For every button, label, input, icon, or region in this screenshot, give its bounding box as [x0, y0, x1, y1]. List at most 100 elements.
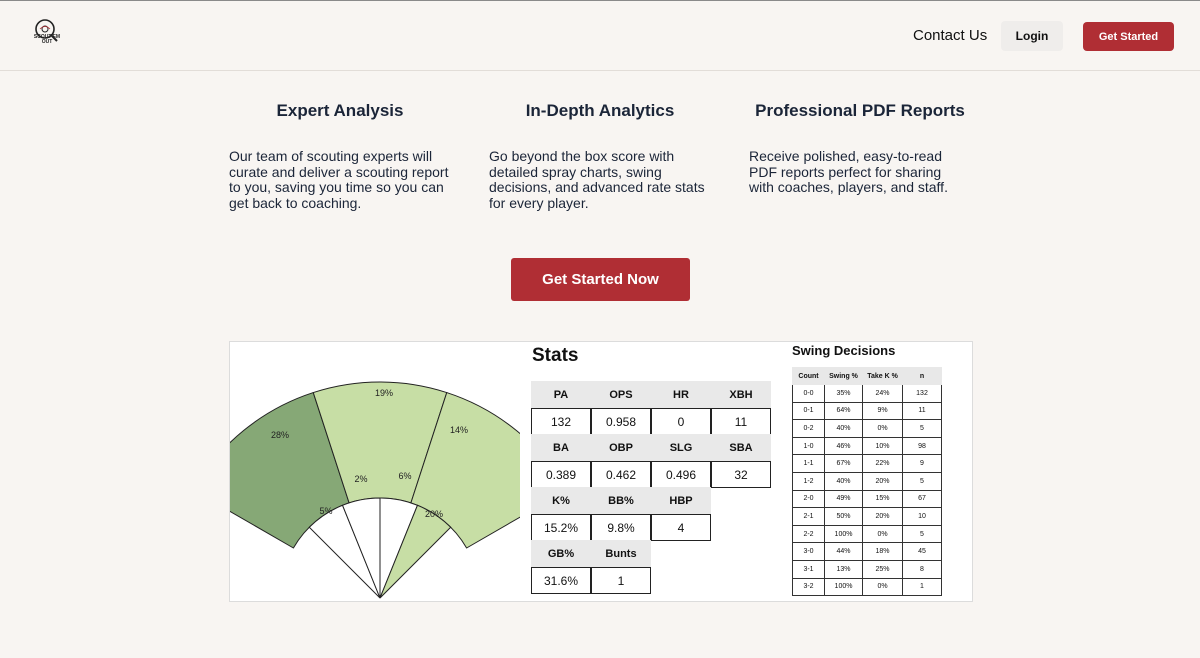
spray-zone-label: 14%	[450, 425, 468, 435]
stat-value: 0	[651, 408, 711, 435]
table-cell: 25%	[862, 559, 903, 579]
table-cell: 98	[902, 436, 942, 456]
table-cell: 13%	[824, 559, 863, 579]
table-cell: 0%	[862, 419, 903, 438]
swing-decisions-title: Swing Decisions	[792, 343, 896, 358]
spray-zone-label: 5%	[319, 506, 332, 516]
table-cell: 0%	[862, 577, 903, 597]
stat-header: HR	[651, 381, 711, 408]
stat-value: 132	[531, 408, 591, 435]
table-cell: 64%	[824, 401, 863, 421]
site-header: SCOUT'EM OUT Contact Us Login Get Starte…	[0, 1, 1200, 71]
stat-value: 4	[651, 514, 711, 541]
table-row: 3-2 100% 0% 1	[792, 577, 942, 597]
table-row: 1-1 67% 22% 9	[792, 454, 942, 473]
table-cell: 132	[902, 384, 942, 403]
table-row: 2-1 50% 20% 10	[792, 507, 942, 526]
table-cell: 9	[902, 454, 942, 473]
login-button[interactable]: Login	[1001, 21, 1063, 51]
feature-title: In-Depth Analytics	[525, 101, 675, 120]
swing-decisions-table: Count Swing % Take K % n 0-0 35% 24% 132 0-1 64%…	[792, 367, 942, 597]
table-cell: 20%	[862, 471, 903, 491]
spray-zone-label: 6%	[398, 471, 411, 481]
table-row: 0-1 64% 9% 11	[792, 401, 942, 421]
stat-header: XBH	[711, 381, 771, 408]
stats-title: Stats	[532, 345, 579, 366]
table-cell: 3-1	[792, 559, 825, 579]
feature-description: Our team of scouting experts will curate…	[229, 148, 449, 211]
get-started-now-button[interactable]: Get Started Now	[511, 258, 690, 301]
feature-description: Go beyond the box score with detailed sp…	[489, 148, 705, 211]
table-cell: 1-1	[792, 454, 825, 473]
column-header: n	[902, 367, 942, 385]
spray-zone-label: 19%	[375, 388, 393, 398]
table-cell: 10	[902, 507, 942, 526]
table-cell: 3-2	[792, 577, 825, 597]
table-row: 3-1 13% 25% 8	[792, 559, 942, 579]
table-cell: 49%	[824, 489, 863, 509]
logo-wordmark: SCOUT'EM OUT	[33, 34, 61, 45]
table-cell: 100%	[824, 577, 863, 597]
spray-zone-label: 2%	[354, 474, 367, 484]
table-cell: 40%	[824, 471, 863, 491]
column-header: Count	[792, 367, 825, 385]
table-cell: 35%	[824, 384, 863, 403]
table-row: 3-0 44% 18% 45	[792, 542, 942, 561]
stat-header: BA	[531, 434, 591, 461]
stat-header: Bunts	[591, 540, 651, 567]
table-cell: 5	[902, 419, 942, 438]
table-row: 2-2 100% 0% 5	[792, 524, 942, 544]
stat-value: 0.389	[531, 461, 591, 488]
stat-header: GB%	[531, 540, 591, 567]
table-cell: 0-0	[792, 384, 825, 403]
stat-header: SLG	[651, 434, 711, 461]
stat-value: 9.8%	[591, 514, 651, 541]
feature-in-depth-analytics: In-Depth Analytics Go beyond the box sco…	[485, 101, 715, 210]
feature-pdf-reports: Professional PDF Reports Receive polishe…	[745, 101, 975, 195]
table-cell: 2-1	[792, 507, 825, 526]
column-header: Swing %	[824, 367, 863, 385]
table-cell: 3-0	[792, 542, 825, 561]
table-cell: 67%	[824, 454, 863, 473]
table-cell: 100%	[824, 524, 863, 544]
table-cell: 0-1	[792, 401, 825, 421]
table-cell: 2-0	[792, 489, 825, 509]
table-cell: 46%	[824, 436, 863, 456]
stat-header: K%	[531, 487, 591, 514]
table-cell: 1-2	[792, 471, 825, 491]
table-cell: 45	[902, 542, 942, 561]
stat-header: BB%	[591, 487, 651, 514]
table-cell: 15%	[862, 489, 903, 509]
stat-value: 15.2%	[531, 514, 591, 541]
feature-description: Receive polished, easy-to-read PDF repor…	[749, 148, 948, 195]
stat-header: HBP	[651, 487, 711, 514]
table-cell: 2-2	[792, 524, 825, 544]
table-cell: 20%	[862, 507, 903, 526]
spray-zone-label: 20%	[425, 509, 443, 519]
get-started-button[interactable]: Get Started	[1083, 22, 1174, 51]
table-cell: 0-2	[792, 419, 825, 438]
stat-header: SBA	[711, 434, 771, 461]
table-row: 0-0 35% 24% 132	[792, 384, 942, 403]
feature-title: Expert Analysis	[276, 101, 404, 120]
stat-header: OPS	[591, 381, 651, 408]
stat-value: 32	[711, 461, 771, 488]
table-cell: 11	[902, 401, 942, 421]
table-cell: 0%	[862, 524, 903, 544]
stat-value: 11	[711, 408, 771, 435]
table-cell: 24%	[862, 384, 903, 403]
table-cell: 40%	[824, 419, 863, 438]
stat-header: PA	[531, 381, 591, 408]
contact-us-link[interactable]: Contact Us	[913, 27, 987, 44]
stat-value: 0.462	[591, 461, 651, 488]
feature-expert-analysis: Expert Analysis Our team of scouting exp…	[225, 101, 455, 210]
spray-zone-label: 28%	[271, 430, 289, 440]
table-cell: 18%	[862, 542, 903, 561]
table-cell: 5	[902, 471, 942, 491]
stat-value: 1	[591, 567, 651, 594]
stat-value: 0.958	[591, 408, 651, 435]
table-cell: 9%	[862, 401, 903, 421]
table-cell: 22%	[862, 454, 903, 473]
feature-title: Professional PDF Reports	[755, 101, 965, 120]
table-cell: 67	[902, 489, 942, 509]
